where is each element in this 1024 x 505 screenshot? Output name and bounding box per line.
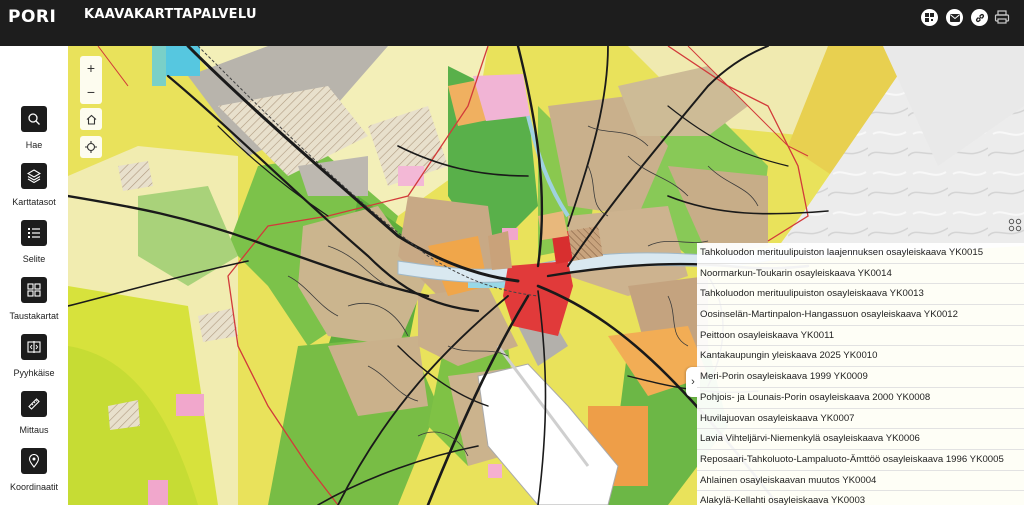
layer-item[interactable]: Lavia Vihteljärvi-Niemenkylä osayleiskaa… [697,429,1024,450]
crosshair-icon [85,141,97,153]
search-icon [28,113,40,125]
tool-search[interactable]: Hae [0,106,68,150]
tool-layers[interactable]: Karttatasot [0,163,68,207]
zoom-out-button[interactable]: − [80,80,102,104]
zoom-in-button[interactable]: + [80,56,102,80]
tool-legend[interactable]: Selite [0,220,68,264]
ruler-icon [28,398,40,410]
legend-list-icon [28,228,40,238]
plan-layer-list: Tahkoluodon merituulipuiston laajennukse… [697,243,1024,505]
logo-text: PORI [8,7,57,27]
sidebar: Hae Karttatasot Selite Taustakartat Pyyh… [0,46,68,505]
layer-item[interactable]: Kantakaupungin yleiskaava 2025 YK0010 [697,346,1024,368]
qr-code-button[interactable] [921,9,938,26]
layer-item[interactable]: Huvilajuovan osayleiskaava YK0007 [697,408,1024,430]
print-button[interactable] [994,9,1010,25]
link-icon [975,13,984,22]
layer-item[interactable]: Tahkoluodon merituulipuiston laajennukse… [697,243,1024,264]
grid-icon [1008,218,1022,232]
tool-label: Hae [25,140,43,150]
home-icon [86,114,96,125]
share-link-button[interactable] [971,9,988,26]
layer-item[interactable]: Peittoon osayleiskaava YK0011 [697,325,1024,347]
layer-list-toggle[interactable] [1008,218,1022,232]
layer-item[interactable]: Reposaari-Tahkoluoto-Lampaluoto-Ämttöö o… [697,449,1024,471]
tool-label: Koordinaatit [9,482,59,492]
tool-background-maps[interactable]: Taustakartat [0,277,68,321]
zoom-control: + − [80,56,102,104]
pori-logo[interactable]: PORI [8,7,56,27]
layer-item[interactable]: Noormarkun-Toukarin osayleiskaava YK0014 [697,263,1024,285]
tool-measure[interactable]: Mittaus [0,391,68,435]
tool-coordinates[interactable]: Koordinaatit [0,448,68,492]
layer-item[interactable]: Meri-Porin osayleiskaava 1999 YK0009 [697,367,1024,388]
print-icon [994,10,1010,24]
layer-item[interactable]: Oosinselän-Martinpalon-Hangassuon osayle… [697,305,1024,326]
tool-label: Taustakartat [9,311,59,321]
top-bar: PORI KAAVAKARTTAPALVELU [0,0,1024,46]
tool-label: Karttatasot [12,197,56,207]
email-button[interactable] [946,9,963,26]
layer-item[interactable]: Alakylä-Kellahti osayleiskaava YK0003 [697,491,1024,505]
layer-item[interactable]: Pohjois- ja Lounais-Porin osayleiskaava … [697,387,1024,409]
layers-icon [27,169,41,183]
app-title: KAAVAKARTTAPALVELU [84,7,257,22]
locate-me-button[interactable] [80,136,102,158]
layer-item[interactable]: Tahkoluodon merituulipuiston osayleiskaa… [697,284,1024,306]
layer-item[interactable]: Ahlainen osayleiskaavan muutos YK0004 [697,470,1024,492]
location-pin-icon [28,454,40,468]
tool-label: Mittaus [19,425,49,435]
qr-code-icon [925,13,934,22]
home-button[interactable] [80,108,102,130]
swipe-icon [27,341,41,353]
tool-swipe[interactable]: Pyyhkäise [0,334,68,378]
tool-label: Selite [22,254,46,264]
mail-icon [949,13,960,22]
background-maps-icon [27,283,41,297]
tool-label: Pyyhkäise [13,368,55,378]
